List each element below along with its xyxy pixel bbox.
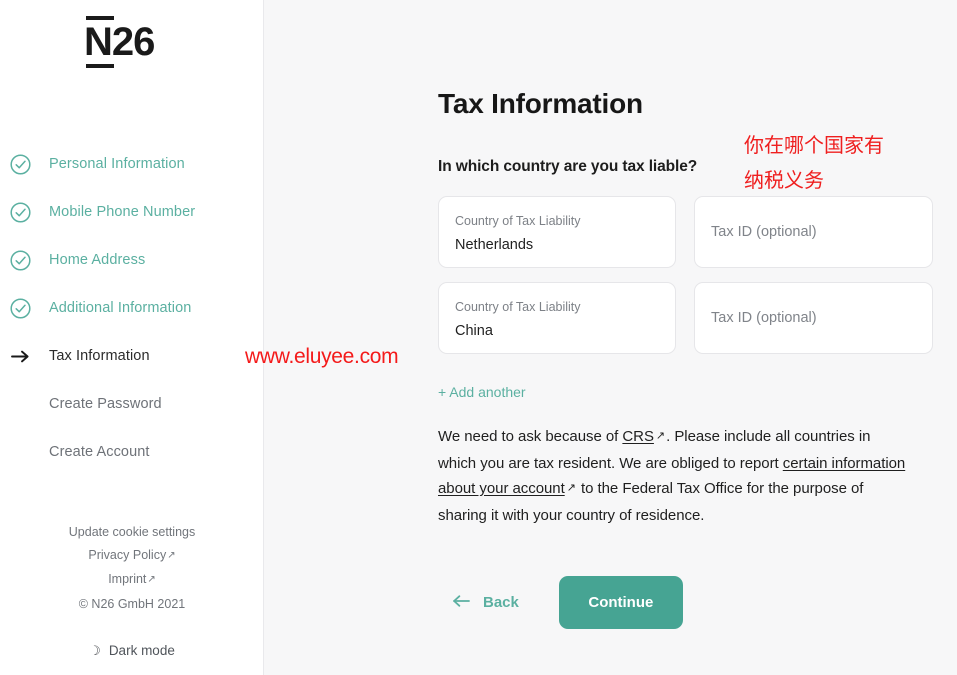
- step-bullet-placeholder: [9, 393, 31, 415]
- privacy-policy-label: Privacy Policy: [88, 548, 167, 562]
- sidebar-footer: Update cookie settings Privacy Policy↗ I…: [0, 521, 264, 617]
- external-link-icon: ↗: [167, 550, 176, 561]
- tax-liability-row: Country of Tax Liability Netherlands Tax…: [438, 196, 933, 268]
- chinese-annotation: 你在哪个国家有 纳税义务: [744, 133, 884, 192]
- check-circle-icon: [9, 153, 31, 175]
- privacy-policy-link[interactable]: Privacy Policy↗: [0, 544, 264, 568]
- external-link-icon: ↗: [566, 482, 576, 494]
- watermark: www.eluyee.com: [245, 345, 399, 368]
- arrow-right-icon: [9, 345, 31, 367]
- arrow-left-icon: [452, 594, 472, 611]
- continue-button[interactable]: Continue: [558, 576, 683, 629]
- n26-logo[interactable]: N26: [84, 16, 162, 72]
- tax-id-input-1[interactable]: Tax ID (optional): [694, 196, 933, 268]
- tax-liability-row: Country of Tax Liability China Tax ID (o…: [438, 282, 933, 354]
- registration-page: N26 Personal Information Mobile Phone Nu…: [0, 0, 957, 675]
- add-another-button[interactable]: + Add another: [438, 384, 526, 400]
- check-circle-icon: [9, 201, 31, 223]
- imprint-link[interactable]: Imprint↗: [0, 568, 264, 592]
- sidebar-item-home-address[interactable]: Home Address: [0, 236, 264, 284]
- disclosure-part-1: We need to ask because of: [438, 428, 623, 445]
- step-nav: Personal Information Mobile Phone Number: [0, 140, 264, 476]
- imprint-label: Imprint: [108, 572, 147, 586]
- page-title: Tax Information: [438, 88, 643, 119]
- logo-text: N26: [84, 20, 155, 64]
- sidebar: N26 Personal Information Mobile Phone Nu…: [0, 0, 264, 675]
- external-link-icon: ↗: [147, 574, 156, 585]
- dark-mode-label: Dark mode: [108, 643, 175, 658]
- step-bullet-placeholder: [9, 441, 31, 463]
- moon-icon: ☽: [89, 643, 101, 658]
- sidebar-item-tax-information[interactable]: Tax Information: [0, 332, 264, 380]
- field-label: Country of Tax Liability: [455, 300, 581, 314]
- field-placeholder: Tax ID (optional): [711, 310, 817, 326]
- logo-bar-bottom: [86, 64, 114, 68]
- sidebar-item-personal-information[interactable]: Personal Information: [0, 140, 264, 188]
- sidebar-item-label: Personal Information: [49, 156, 185, 172]
- sidebar-item-mobile-phone-number[interactable]: Mobile Phone Number: [0, 188, 264, 236]
- country-of-tax-liability-select-1[interactable]: Country of Tax Liability Netherlands: [438, 196, 676, 268]
- disclosure-paragraph: We need to ask because of CRS ↗. Please i…: [438, 424, 910, 528]
- dark-mode-toggle[interactable]: ☽ Dark mode: [0, 643, 264, 658]
- field-placeholder: Tax ID (optional): [711, 224, 817, 240]
- sidebar-item-label: Additional Information: [49, 300, 192, 316]
- form-actions: Back Continue: [438, 576, 683, 629]
- external-link-icon: ↗: [655, 430, 666, 442]
- tax-liability-rows: Country of Tax Liability Netherlands Tax…: [438, 196, 933, 368]
- form-question: In which country are you tax liable?: [438, 158, 698, 175]
- sidebar-item-label: Home Address: [49, 252, 146, 268]
- sidebar-item-label: Create Password: [49, 396, 162, 412]
- field-value: China: [455, 323, 493, 339]
- sidebar-item-label: Tax Information: [49, 348, 150, 364]
- field-label: Country of Tax Liability: [455, 214, 581, 228]
- field-value: Netherlands: [455, 237, 534, 253]
- check-circle-icon: [9, 249, 31, 271]
- sidebar-item-label: Create Account: [49, 444, 150, 460]
- back-label: Back: [483, 594, 519, 611]
- check-circle-icon: [9, 297, 31, 319]
- sidebar-item-label: Mobile Phone Number: [49, 204, 196, 220]
- back-button[interactable]: Back: [438, 577, 537, 629]
- main-content: Tax Information In which country are you…: [245, 0, 957, 675]
- sidebar-item-create-account[interactable]: Create Account: [0, 428, 264, 476]
- tax-id-input-2[interactable]: Tax ID (optional): [694, 282, 933, 354]
- sidebar-item-additional-information[interactable]: Additional Information: [0, 284, 264, 332]
- crs-link[interactable]: CRS: [622, 428, 654, 445]
- update-cookie-settings-link[interactable]: Update cookie settings: [0, 521, 264, 544]
- sidebar-item-create-password[interactable]: Create Password: [0, 380, 264, 428]
- copyright-text: © N26 GmbH 2021: [78, 597, 186, 611]
- country-of-tax-liability-select-2[interactable]: Country of Tax Liability China: [438, 282, 676, 354]
